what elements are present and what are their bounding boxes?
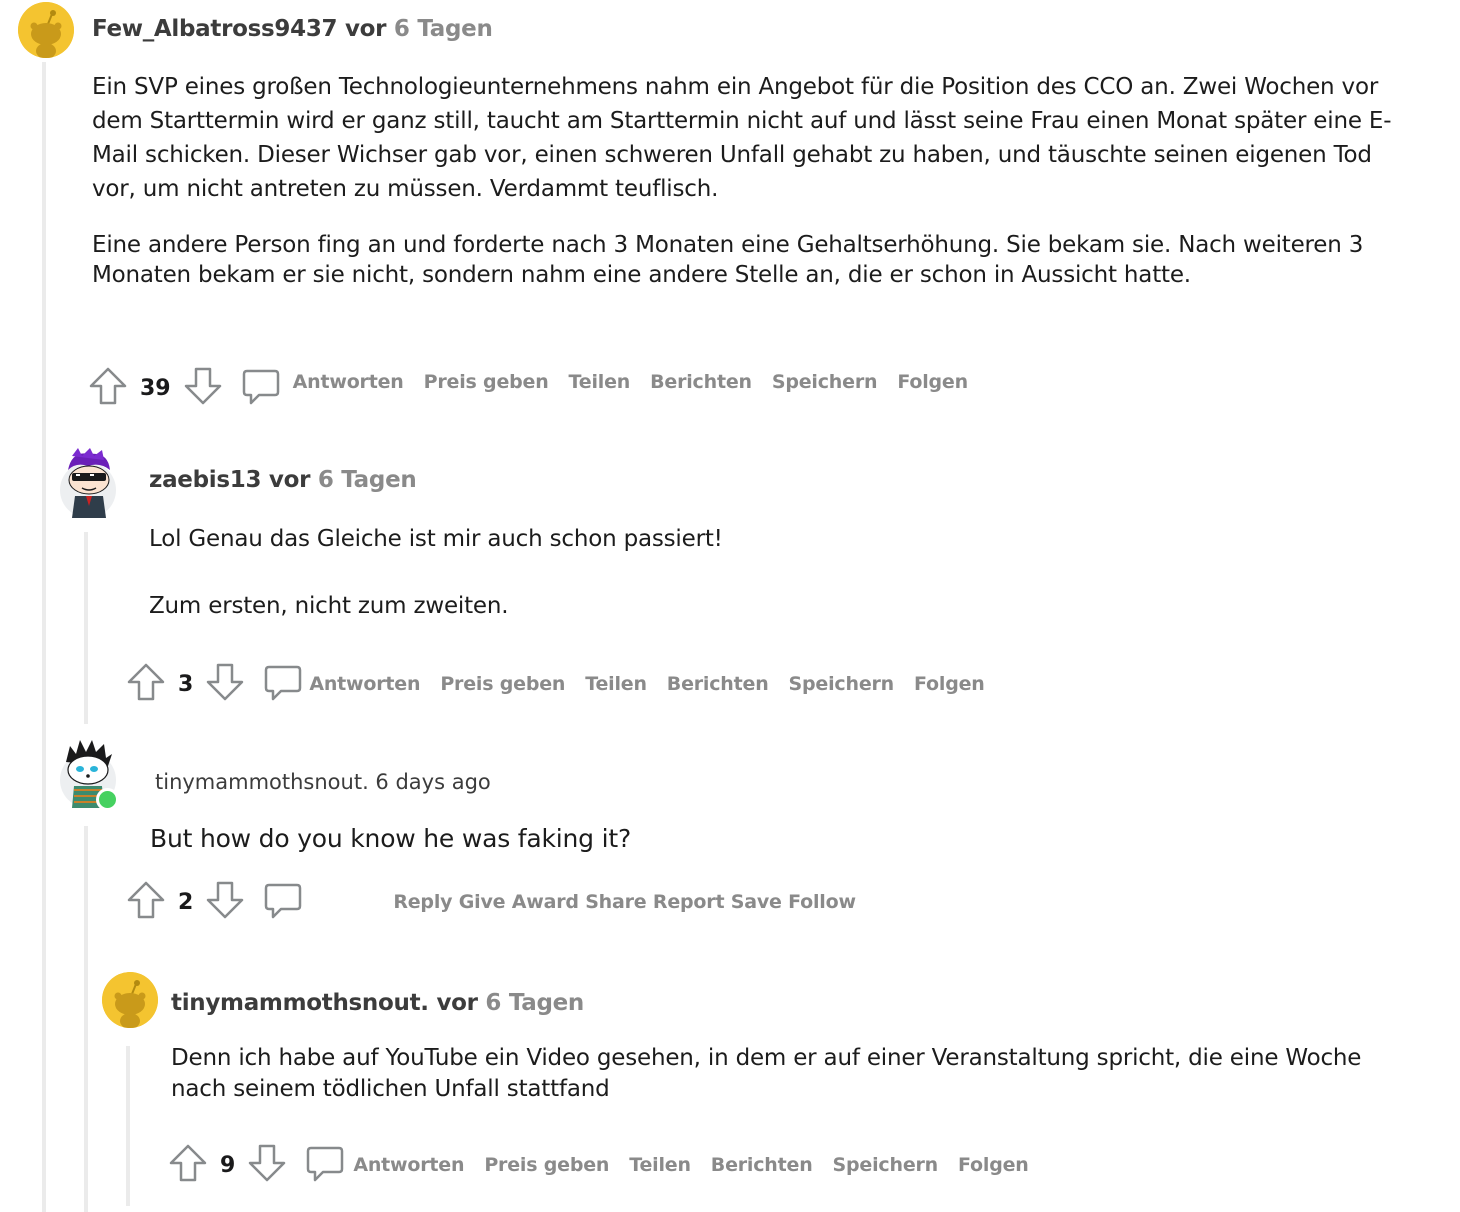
avatar[interactable]: [18, 2, 74, 58]
follow-button[interactable]: Folgen: [897, 371, 968, 393]
upvote-icon[interactable]: [88, 366, 128, 410]
upvote-icon[interactable]: [168, 1143, 208, 1187]
time-prefix: vor: [436, 990, 478, 1016]
give-award-button[interactable]: Preis geben: [440, 673, 565, 695]
save-button[interactable]: Speichern: [772, 371, 878, 393]
comment-bubble-icon[interactable]: [263, 880, 303, 924]
comment-meta: tinymammothsnout. vor 6 Tagen: [171, 990, 584, 1016]
comment-meta: Few_Albatross9437 vor 6 Tagen: [92, 16, 493, 42]
vote-count: 9: [220, 1152, 236, 1178]
upvote-icon[interactable]: [126, 880, 166, 924]
thread-line-4[interactable]: [126, 1046, 130, 1206]
report-button[interactable]: Berichten: [667, 673, 769, 695]
comment-paragraph: Denn ich habe auf YouTube ein Video gese…: [171, 1045, 1362, 1102]
downvote-icon[interactable]: [205, 880, 245, 924]
snoo-avatar-icon: [18, 2, 74, 58]
follow-button[interactable]: Folgen: [914, 673, 985, 695]
vote-count: 3: [178, 671, 194, 697]
comment-bubble-icon[interactable]: [305, 1143, 345, 1187]
upvote-icon[interactable]: [126, 662, 166, 706]
avatar[interactable]: [60, 448, 116, 518]
comment-actions: 2 Reply Give Award Share Report Save Fol…: [126, 880, 876, 924]
reply-button[interactable]: Antworten: [293, 371, 404, 393]
comment-paragraph: Eine andere Person fing an und forderte …: [92, 232, 1364, 288]
username-link[interactable]: tinymammothsnout.: [171, 990, 429, 1016]
downvote-icon[interactable]: [205, 662, 245, 706]
save-button[interactable]: Speichern: [789, 673, 895, 695]
give-award-button[interactable]: Preis geben: [484, 1154, 609, 1176]
comment-actions: 3 Antworten Preis geben Teilen Berichten…: [126, 662, 1005, 706]
timestamp[interactable]: 6 Tagen: [394, 16, 493, 42]
save-button[interactable]: Speichern: [833, 1154, 939, 1176]
vote-count: 39: [140, 375, 171, 401]
thread-line-3[interactable]: [84, 826, 88, 1212]
thread-line-1[interactable]: [42, 62, 46, 1212]
downvote-icon[interactable]: [247, 1143, 287, 1187]
share-button[interactable]: Teilen: [569, 371, 631, 393]
online-status-indicator: [96, 788, 119, 811]
comment-actions: 9 Antworten Preis geben Teilen Berichten…: [168, 1143, 1049, 1187]
share-button[interactable]: Teilen: [629, 1154, 691, 1176]
comment-bubble-icon[interactable]: [263, 662, 303, 706]
time-prefix: vor: [268, 467, 311, 493]
comment-paragraph: But how do you know he was faking it?: [150, 824, 632, 853]
timestamp[interactable]: 6 Tagen: [485, 990, 584, 1016]
report-button[interactable]: Berichten: [711, 1154, 813, 1176]
comment-meta: zaebis13 vor 6 Tagen: [149, 467, 417, 493]
give-award-button[interactable]: Preis geben: [424, 371, 549, 393]
comment-paragraph: Lol Genau das Gleiche ist mir auch schon…: [149, 526, 723, 552]
avatar[interactable]: [102, 972, 158, 1028]
reply-button[interactable]: Antworten: [353, 1154, 464, 1176]
comment-body: Denn ich habe auf YouTube ein Video gese…: [171, 1043, 1421, 1105]
comment-body: Ein SVP eines großen Technologieunterneh…: [92, 70, 1412, 290]
reply-button[interactable]: Antworten: [309, 673, 420, 695]
comment-paragraph: Zum ersten, nicht zum zweiten.: [149, 593, 509, 619]
username-link[interactable]: zaebis13: [149, 467, 261, 493]
comment-body: Lol Genau das Gleiche ist mir auch schon…: [149, 522, 1409, 623]
comment-body: But how do you know he was faking it?: [150, 822, 1400, 856]
comment-actions: 39 Antworten Preis geben Teilen Berichte…: [88, 366, 988, 410]
thread-line-2[interactable]: [84, 532, 88, 724]
username-link[interactable]: Few_Albatross9437: [92, 16, 338, 42]
comment-meta: tinymammothsnout. 6 days ago: [155, 770, 491, 794]
time-prefix: vor: [344, 16, 387, 42]
snoo-avatar-icon: [60, 448, 116, 518]
english-actions-row[interactable]: Reply Give Award Share Report Save Follo…: [393, 891, 856, 913]
comment-paragraph: Ein SVP eines großen Technologieunterneh…: [92, 74, 1392, 202]
comment-bubble-icon[interactable]: [241, 366, 281, 410]
downvote-icon[interactable]: [183, 366, 223, 410]
follow-button[interactable]: Folgen: [958, 1154, 1029, 1176]
timestamp[interactable]: 6 Tagen: [318, 467, 417, 493]
vote-count: 2: [178, 889, 194, 915]
report-button[interactable]: Berichten: [650, 371, 752, 393]
share-button[interactable]: Teilen: [585, 673, 647, 695]
snoo-avatar-icon: [102, 972, 158, 1028]
